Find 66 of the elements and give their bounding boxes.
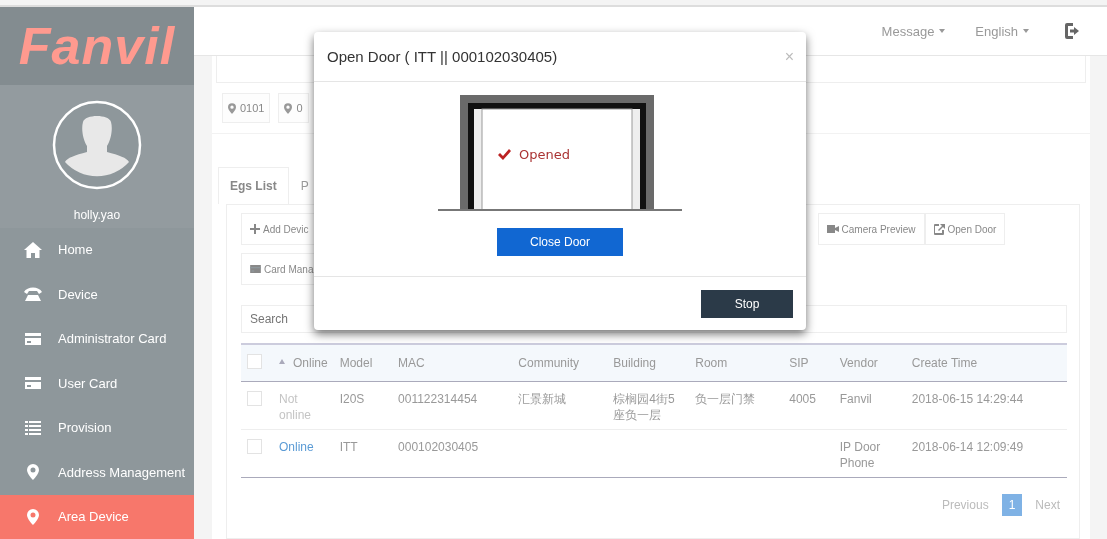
column-header[interactable]: Building	[613, 356, 656, 370]
logout-icon[interactable]	[1065, 23, 1081, 39]
pin-icon	[228, 102, 236, 114]
pin-icon	[27, 508, 39, 525]
table-cell: 2018-06-15 14:29:44	[911, 392, 1024, 406]
dropdown-menu[interactable]: Message	[881, 23, 946, 39]
logo: Fanvil	[18, 15, 176, 76]
door-status: Opened	[519, 147, 570, 162]
sidebar-item[interactable]: Area Device	[0, 494, 194, 539]
close-button[interactable]: ×	[784, 47, 794, 66]
sidebar-item[interactable]: Provision	[0, 405, 194, 450]
sidebar-item[interactable]: Home	[0, 227, 194, 272]
home-icon	[24, 241, 42, 258]
camera-icon	[826, 225, 839, 233]
location-tag[interactable]: 0101	[222, 93, 271, 123]
table-cell: 001122314454	[398, 392, 478, 406]
next-link[interactable]: Next	[1028, 494, 1067, 516]
table-cell: 棕榈园4街5座负一层	[613, 392, 675, 422]
table-cell: 000102030405	[398, 440, 479, 454]
card-icon	[25, 377, 41, 390]
column-header[interactable]: SIP	[789, 356, 809, 370]
pin-icon	[27, 464, 39, 481]
column-header[interactable]: Community	[518, 356, 579, 370]
page-button[interactable]: 1	[1001, 494, 1023, 516]
tab[interactable]: Egs List	[218, 167, 289, 204]
sidebar-item[interactable]: Address Management	[0, 450, 194, 495]
sidebar-item[interactable]: User Card	[0, 361, 194, 406]
toolbar-button[interactable]: Camera Preview	[817, 213, 925, 245]
sidebar-item[interactable]: Administrator Card	[0, 316, 194, 361]
card-icon	[25, 332, 41, 345]
checkbox[interactable]	[247, 391, 262, 406]
column-header[interactable]: Online	[279, 356, 328, 370]
username: holly.yao	[73, 207, 121, 222]
table-cell: Fanvil	[839, 392, 872, 406]
avatar-icon	[52, 99, 142, 190]
table-cell: 4005	[789, 392, 816, 406]
column-header[interactable]: Create Time	[911, 356, 978, 370]
dropdown-menu[interactable]: English	[975, 23, 1029, 39]
table-cell: I20S	[339, 392, 365, 406]
table-cell: ITT	[339, 440, 358, 454]
table-cell: 2018-06-14 12:09:49	[911, 440, 1024, 454]
sidebar-item[interactable]: Device	[0, 272, 194, 317]
stop-button[interactable]: Stop	[701, 289, 793, 318]
phone-icon	[24, 287, 42, 302]
column-header[interactable]: Room	[695, 356, 728, 370]
checkbox[interactable]	[247, 439, 262, 454]
status-text: Not online	[279, 392, 312, 422]
close-door-button[interactable]: Close Door	[497, 228, 623, 256]
previous-link[interactable]: Previous	[934, 494, 996, 516]
card-icon	[250, 265, 261, 273]
table-cell: 汇景新城	[518, 392, 567, 406]
list-icon	[25, 420, 41, 435]
status-text: Online	[279, 440, 314, 454]
dialog-title: Open Door ( ITT || 000102030405)	[327, 48, 558, 65]
toolbar-button[interactable]: Open Door	[924, 213, 1006, 245]
checkbox[interactable]	[247, 354, 262, 369]
share-icon	[933, 223, 945, 235]
table-cell: 负一层门禁	[695, 392, 756, 406]
pin-icon	[284, 102, 293, 114]
check-icon	[498, 149, 511, 160]
plus-icon	[250, 224, 260, 234]
column-header[interactable]: MAC	[398, 356, 425, 370]
location-tag[interactable]: 0	[278, 93, 309, 123]
table-cell: IP Door Phone	[839, 440, 881, 470]
column-header[interactable]: Vendor	[839, 356, 878, 370]
column-header[interactable]: Model	[339, 356, 373, 370]
